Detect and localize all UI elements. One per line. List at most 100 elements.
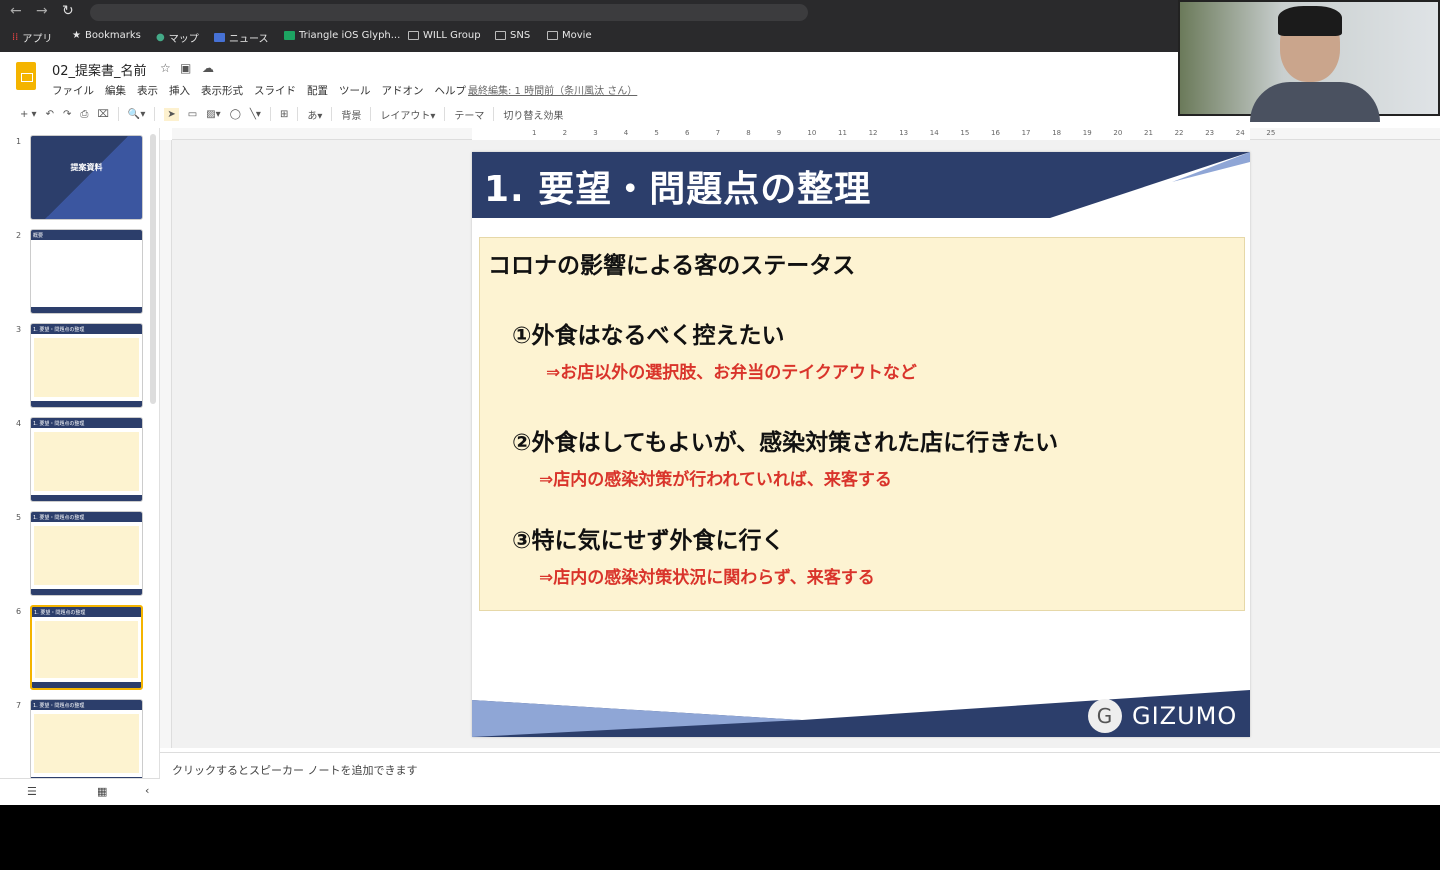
horizontal-ruler[interactable]: 1 2 3 4 5 6 7 8 9 10 11 12 13 14 15 16 17 18 19 20 21 22 23 24 2… <box>172 128 1440 140</box>
ruler-tick-label: 23 <box>1205 129 1215 137</box>
last-edit-link[interactable]: 最終編集: 1 時間前（条川風汰 さん） <box>468 82 637 97</box>
star-icon[interactable]: ☆ <box>160 61 171 75</box>
menu-slide[interactable]: スライド <box>254 83 296 98</box>
speaker-notes[interactable]: クリックするとスピーカー ノートを追加できます <box>160 752 1440 805</box>
print-icon[interactable]: ⎙ <box>80 109 88 120</box>
gizumo-logo: G GIZUMO <box>1088 699 1237 733</box>
menu-file[interactable]: ファイル <box>52 83 94 98</box>
status-item-1-detail: ⇒お店以外の選択肢、お弁当のテイクアウトなど <box>546 363 917 383</box>
menu-help[interactable]: ヘルプ <box>435 83 467 98</box>
redo-icon[interactable]: ↷ <box>63 109 71 120</box>
thumb-body <box>34 526 139 585</box>
ruler-tick-label: 25 <box>1266 129 1276 137</box>
text-box-icon[interactable]: ▭ <box>188 109 197 120</box>
ruler-tick-label: 22 <box>1174 129 1184 137</box>
menu-arrange[interactable]: 配置 <box>307 83 328 98</box>
layout-button[interactable]: レイアウト▾ <box>380 107 435 122</box>
thumb-body <box>34 338 139 397</box>
status-item-3-detail: ⇒店内の感染対策状況に関わらず、来客する <box>539 568 875 588</box>
comment-icon[interactable]: ⊞ <box>280 109 288 120</box>
image-icon[interactable]: ▨▾ <box>206 109 220 120</box>
thumb-body <box>34 432 139 491</box>
slide-thumbnail[interactable]: 1. 要望・問題点の整理 <box>30 417 143 502</box>
slide-thumbnail[interactable]: 1. 要望・問題点の整理 <box>30 323 143 408</box>
line-icon[interactable]: ╲▾ <box>250 109 261 120</box>
undo-icon[interactable]: ↶ <box>46 109 54 120</box>
back-icon[interactable]: ← <box>10 3 22 19</box>
bookmark-maps[interactable]: ● マップ <box>156 30 199 45</box>
slide-thumbnail[interactable]: 1. 要望・問題点の整理 <box>30 699 143 778</box>
thumb-footer <box>31 495 142 501</box>
menu-format[interactable]: 表示形式 <box>201 83 243 98</box>
transition-button[interactable]: 切り替え効果 <box>503 107 563 122</box>
divider <box>331 107 333 121</box>
forward-icon[interactable]: → <box>36 3 48 19</box>
filmstrip-footer: ☰ ▦ ‹ <box>0 778 160 805</box>
slide-title: 1. 要望・問題点の整理 <box>484 169 872 210</box>
menu-addons[interactable]: アドオン <box>382 83 424 98</box>
ruler-tick-label: 18 <box>1052 129 1062 137</box>
slides-logo-icon[interactable] <box>16 62 36 90</box>
bookmark-bookmarks[interactable]: ★ Bookmarks <box>72 30 141 41</box>
grid-view-icon[interactable]: ▦ <box>97 785 107 798</box>
thumb-body <box>34 714 139 773</box>
thumb-title: 1. 要望・問題点の整理 <box>31 418 142 428</box>
document-title[interactable]: 02_提案書_名前 <box>52 60 147 79</box>
slide[interactable]: 1. 要望・問題点の整理 コロナの影響による客のステータス ①外食はなるべく控え… <box>472 152 1250 737</box>
ruler-tick-label: 2 <box>562 129 568 137</box>
slide-thumbnail[interactable]: 概要 <box>30 229 143 314</box>
ruler-tick-label: 17 <box>1021 129 1031 137</box>
collapse-panel-icon[interactable]: ‹ <box>145 784 149 797</box>
bookmark-triangle[interactable]: Triangle iOS Glyph... <box>284 30 400 41</box>
theme-button[interactable]: テーマ <box>454 107 484 122</box>
address-bar[interactable] <box>90 4 808 21</box>
filmstrip-view-icon[interactable]: ☰ <box>27 785 37 798</box>
bookmark-label: WILL Group <box>423 30 481 41</box>
background-button[interactable]: 背景 <box>341 107 361 122</box>
thumb-footer <box>31 307 142 313</box>
folder-icon <box>408 31 419 40</box>
menu-view[interactable]: 表示 <box>137 83 158 98</box>
webcam-overlay <box>1178 0 1440 122</box>
bookmark-movie[interactable]: Movie <box>547 30 592 41</box>
slide-thumbnail[interactable]: 1. 要望・問題点の整理 <box>30 605 143 690</box>
ruler-tick-label: 24 <box>1235 129 1245 137</box>
menu-insert[interactable]: 挿入 <box>169 83 190 98</box>
bookmark-news[interactable]: ニュース <box>214 30 269 45</box>
shape-icon[interactable]: ◯ <box>230 109 241 120</box>
move-folder-icon[interactable]: ▣ <box>180 61 191 75</box>
bookmark-apps[interactable]: ⁞⁞ アプリ <box>12 30 52 45</box>
new-slide-icon[interactable]: + ▾ <box>20 109 37 120</box>
menu-tools[interactable]: ツール <box>339 83 371 98</box>
thumb-footer <box>31 401 142 407</box>
filmstrip-scrollbar[interactable] <box>150 134 156 404</box>
bookmark-label: Bookmarks <box>84 30 141 41</box>
slide-number: 7 <box>16 701 22 710</box>
divider <box>269 107 271 121</box>
select-icon[interactable]: ➤ <box>164 107 179 121</box>
bookmark-label: マップ <box>168 34 199 45</box>
menu-bar: ファイル 編集 表示 挿入 表示形式 スライド 配置 ツール アドオン ヘルプ <box>52 83 466 98</box>
paint-format-icon[interactable]: ⌧ <box>97 109 109 120</box>
slide-thumbnail[interactable]: 1. 要望・問題点の整理 <box>30 511 143 596</box>
thumb-title: 1. 要望・問題点の整理 <box>31 324 142 334</box>
ruler-tick-label: 5 <box>654 129 659 137</box>
bookmark-label: アプリ <box>22 34 53 45</box>
zoom-button[interactable]: 🔍▾ <box>128 109 145 120</box>
status-item-3: ③特に気にせず外食に行く <box>512 528 785 554</box>
content-heading: コロナの影響による客のステータス <box>488 253 856 279</box>
bookmark-will-group[interactable]: WILL Group <box>408 30 481 41</box>
star-icon: ★ <box>72 30 81 41</box>
filmstrip: 1 提案資料 2 概要 3 1. 要望・問題点の整理 4 1. 要望・問題点の整理 5 1. 要望… <box>0 128 160 778</box>
ruler-tick-label: 16 <box>991 129 1000 137</box>
ruler-tick-label: 11 <box>838 129 847 137</box>
bookmark-sns[interactable]: SNS <box>495 30 530 41</box>
reload-icon[interactable]: ↻ <box>62 3 74 19</box>
slide-thumbnail[interactable]: 提案資料 <box>30 135 143 220</box>
notes-placeholder[interactable]: クリックするとスピーカー ノートを追加できます <box>172 762 418 778</box>
input-tools-button[interactable]: あ▾ <box>307 107 322 122</box>
menu-edit[interactable]: 編集 <box>105 83 126 98</box>
vertical-ruler[interactable] <box>160 140 172 748</box>
thumb-title: 概要 <box>31 230 142 240</box>
gizumo-g-icon: G <box>1088 699 1122 733</box>
